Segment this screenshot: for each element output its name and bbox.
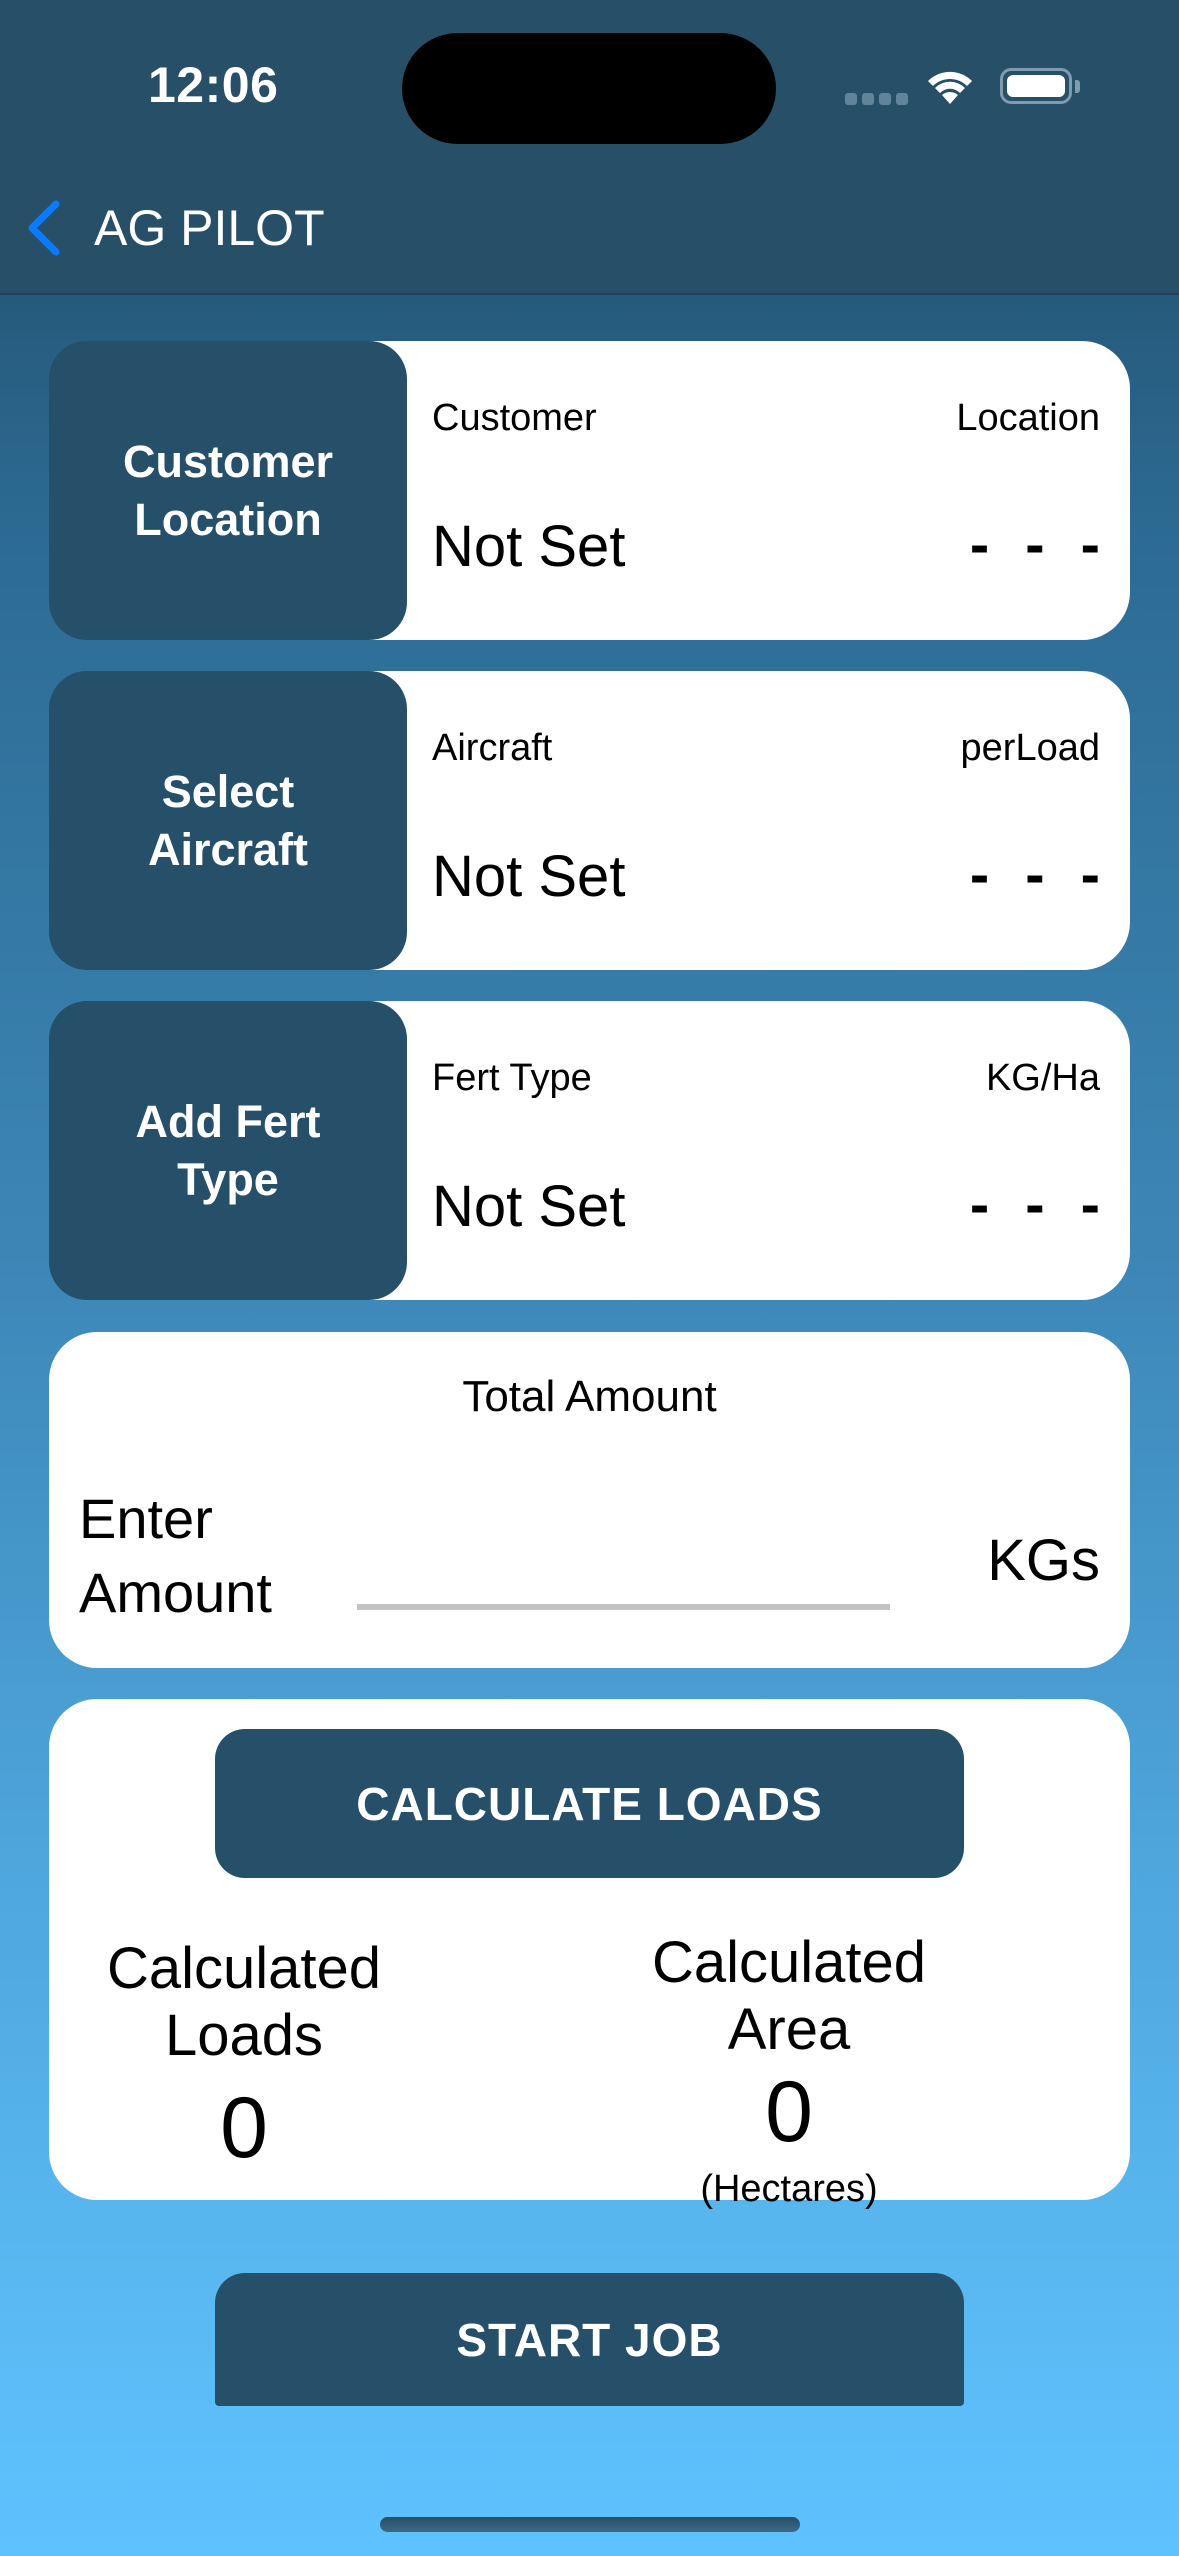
calculated-area-value: 0 (765, 2064, 813, 2160)
battery-icon (1000, 68, 1072, 104)
location-label: Location (956, 397, 1100, 439)
results-card: CALCULATE LOADS Calculated Loads 0 Calcu… (49, 1699, 1130, 2210)
total-amount-card: Total Amount Enter Amount KGs (49, 1332, 1130, 1668)
wifi-icon (928, 71, 972, 104)
home-indicator[interactable] (380, 2517, 800, 2532)
enter-amount-label: Enter Amount (79, 1487, 272, 1624)
amount-input[interactable] (357, 1492, 890, 1610)
calculated-loads-label: Calculated Loads (106, 1936, 382, 2068)
aircraft-label: Aircraft (432, 727, 553, 769)
aircraft-value: Not Set (432, 844, 626, 909)
per-load-label: perLoad (960, 727, 1100, 769)
area-unit-label: (Hectares) (700, 2168, 878, 2210)
customer-location-button[interactable]: Customer Location (49, 341, 407, 640)
navigation-bar: 12:06 AG PILOT (0, 0, 1179, 295)
calculated-area: Calculated Area 0 (Hectares) (629, 1929, 949, 2211)
total-amount-title: Total Amount (462, 1372, 717, 1421)
kg-per-ha-value: - - - (969, 1172, 1110, 1237)
back-button[interactable]: AG PILOT (24, 196, 325, 260)
battery-tip (1075, 80, 1080, 93)
select-aircraft-button[interactable]: Select Aircraft (49, 671, 407, 970)
calculated-loads: Calculated Loads 0 (99, 1935, 389, 2178)
calculated-area-label: Calculated Area (651, 1930, 927, 2062)
dynamic-island (402, 33, 776, 144)
customer-label: Customer (432, 397, 597, 439)
back-label: AG PILOT (94, 200, 325, 256)
fert-type-value: Not Set (432, 1174, 626, 1239)
calculate-loads-button[interactable]: CALCULATE LOADS (215, 1729, 964, 1878)
status-time: 12:06 (148, 57, 279, 113)
customer-value: Not Set (432, 514, 626, 579)
add-fert-type-button[interactable]: Add Fert Type (49, 1001, 407, 1300)
fert-type-label: Fert Type (432, 1057, 592, 1099)
kg-per-ha-label: KG/Ha (985, 1057, 1100, 1099)
calculated-loads-value: 0 (220, 2080, 268, 2176)
location-value: - - - (969, 512, 1110, 577)
kgs-unit-label: KGs (987, 1528, 1100, 1593)
chevron-left-icon (28, 200, 60, 256)
per-load-value: - - - (969, 842, 1110, 907)
start-job-button[interactable]: START JOB (215, 2273, 964, 2406)
cellular-signal-icon (845, 93, 908, 105)
